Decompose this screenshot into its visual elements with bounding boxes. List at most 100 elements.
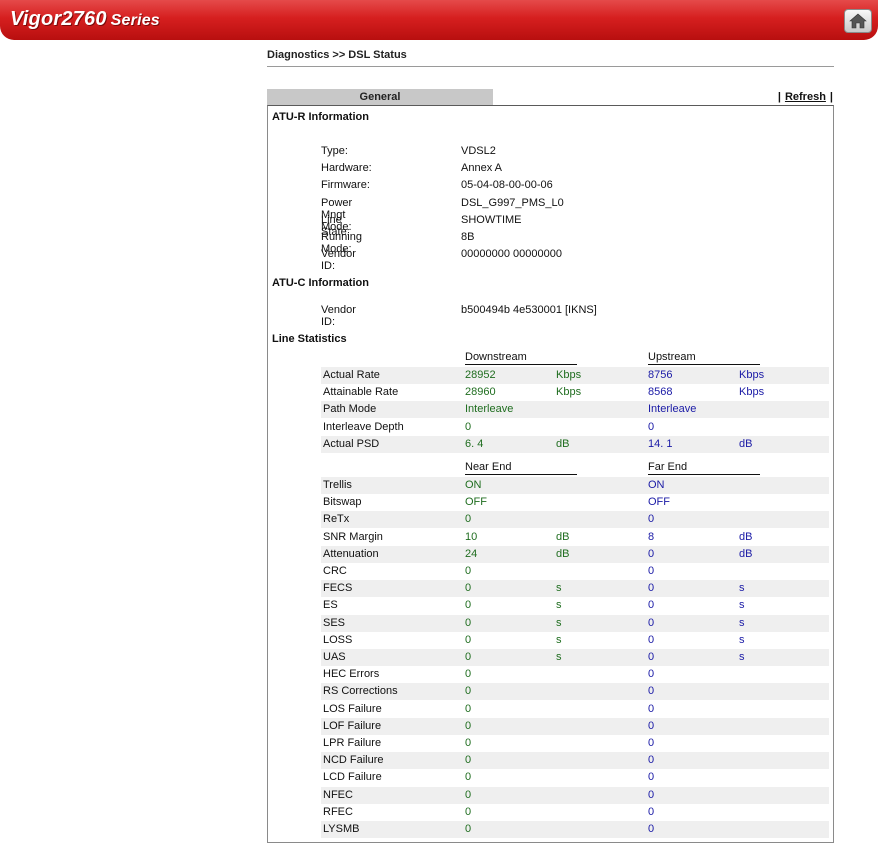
stat-label: Interleave Depth <box>323 420 404 433</box>
downstream-unit: s <box>556 599 562 612</box>
upstream-unit: Kbps <box>739 369 765 381</box>
upstream-value: 0 <box>648 599 655 612</box>
upstream-value: 0 <box>648 788 655 801</box>
upstream-value: 0 <box>648 719 655 732</box>
upstream-value: 0 <box>648 633 655 646</box>
stats-row: RS Corrections 0 0 <box>321 683 829 701</box>
model-name: Vigor2760 <box>10 8 107 30</box>
upstream-value: 14. 1 <box>648 437 673 450</box>
atu-r-field-label: Vendor ID: <box>321 248 356 273</box>
downstream-value: 0 <box>465 513 472 526</box>
stat-label: LPR Failure <box>323 737 382 749</box>
refresh-link[interactable]: Refresh <box>785 91 826 103</box>
stats-row: SNR Margin 10 dB 8 dB <box>321 529 829 546</box>
stats-row: CRC 0 0 <box>321 563 829 580</box>
upstream-value: 0 <box>648 565 655 577</box>
stat-label: Trellis <box>323 479 352 491</box>
near-end-header: Near End <box>465 461 577 475</box>
stat-label: LYSMB <box>323 823 360 835</box>
upstream-value: ON <box>648 479 665 491</box>
downstream-unit: dB <box>556 547 570 560</box>
stat-label: CRC <box>323 565 347 577</box>
downstream-header: Downstream <box>465 351 577 365</box>
upstream-value: 0 <box>648 582 655 595</box>
atu-r-field-value: 05-04-08-00-00-06 <box>461 179 553 192</box>
downstream-value: 0 <box>465 805 472 818</box>
stats-row: Interleave Depth 0 0 <box>321 419 829 436</box>
stats-row: Trellis ON ON <box>321 477 829 494</box>
stat-label: LCD Failure <box>323 771 382 784</box>
downstream-value: 0 <box>465 565 472 577</box>
stat-label: Attainable Rate <box>323 386 399 399</box>
stats-row: Attainable Rate 28960 Kbps 8568 Kbps <box>321 384 829 401</box>
home-button[interactable] <box>844 9 872 33</box>
atu-r-field-label: Type: <box>321 145 348 157</box>
downstream-value: 28960 <box>465 386 496 399</box>
downstream-value: 24 <box>465 547 478 560</box>
router-model-title: Vigor2760 Series <box>10 8 160 31</box>
upstream-unit: dB <box>739 437 753 450</box>
stats-row: LYSMB 0 0 <box>321 821 829 838</box>
upstream-value: 8 <box>648 530 655 543</box>
line-statistics-heading: Line Statistics <box>272 333 347 345</box>
tab-general[interactable]: General <box>267 89 493 105</box>
upstream-unit: s <box>739 599 745 612</box>
stats-row: LOSS 0 s 0 s <box>321 632 829 649</box>
upstream-value: 0 <box>648 685 655 698</box>
stat-label: LOSS <box>323 633 353 646</box>
downstream-value: 0 <box>465 823 472 835</box>
stat-label: LOS Failure <box>323 702 382 715</box>
stats-row: SES 0 s 0 s <box>321 614 829 632</box>
upstream-value: 0 <box>648 702 655 715</box>
stats-row: RFEC 0 0 <box>321 804 829 821</box>
atu-r-field-label: Hardware: <box>321 162 372 175</box>
stats-row: UAS 0 s 0 s <box>321 649 829 666</box>
upstream-value: OFF <box>648 496 670 509</box>
upstream-value: 8756 <box>648 369 673 381</box>
stat-label: LOF Failure <box>323 719 382 732</box>
stats-row: NCD Failure 0 0 <box>321 752 829 770</box>
upstream-unit: dB <box>739 547 753 560</box>
upstream-value: 0 <box>648 668 655 681</box>
atu-r-field-value: 00000000 00000000 <box>461 248 562 261</box>
downstream-value: 0 <box>465 420 472 433</box>
atu-c-heading: ATU-C Information <box>272 277 369 289</box>
downstream-value: 0 <box>465 754 472 767</box>
downstream-value: 0 <box>465 719 472 732</box>
downstream-value: 0 <box>465 616 472 629</box>
upstream-value: 0 <box>648 420 655 433</box>
home-icon <box>849 13 867 29</box>
downstream-value: 28952 <box>465 369 496 381</box>
downstream-value: OFF <box>465 496 487 509</box>
downstream-unit: Kbps <box>556 369 582 381</box>
downstream-value: 0 <box>465 599 472 612</box>
upstream-unit: s <box>739 616 745 629</box>
stat-label: Bitswap <box>323 496 362 509</box>
upstream-value: 0 <box>648 805 655 818</box>
downstream-value: 0 <box>465 788 472 801</box>
stats-row: Path Mode Interleave Interleave <box>321 401 829 419</box>
upstream-value: 0 <box>648 771 655 784</box>
downstream-unit: s <box>556 582 562 595</box>
upstream-value: 0 <box>648 513 655 526</box>
top-banner: Vigor2760 Series <box>0 0 878 40</box>
stat-label: SNR Margin <box>323 530 383 543</box>
stat-label: NCD Failure <box>323 754 384 767</box>
downstream-value: 0 <box>465 633 472 646</box>
upstream-unit: s <box>739 651 745 663</box>
downstream-unit: dB <box>556 530 570 543</box>
downstream-value: 0 <box>465 668 472 681</box>
downstream-value: 0 <box>465 685 472 698</box>
stats-row: HEC Errors 0 0 <box>321 666 829 683</box>
separator: | <box>829 91 833 103</box>
downstream-value: ON <box>465 479 482 491</box>
upstream-unit: Kbps <box>739 386 765 399</box>
upstream-header: Upstream <box>648 351 760 365</box>
stat-label: NFEC <box>323 788 353 801</box>
downstream-unit: dB <box>556 437 570 450</box>
downstream-value: Interleave <box>465 403 514 416</box>
downstream-unit: Kbps <box>556 386 582 399</box>
upstream-value: Interleave <box>648 403 697 416</box>
stat-label: RS Corrections <box>323 685 398 698</box>
stat-label: Attenuation <box>323 547 379 560</box>
